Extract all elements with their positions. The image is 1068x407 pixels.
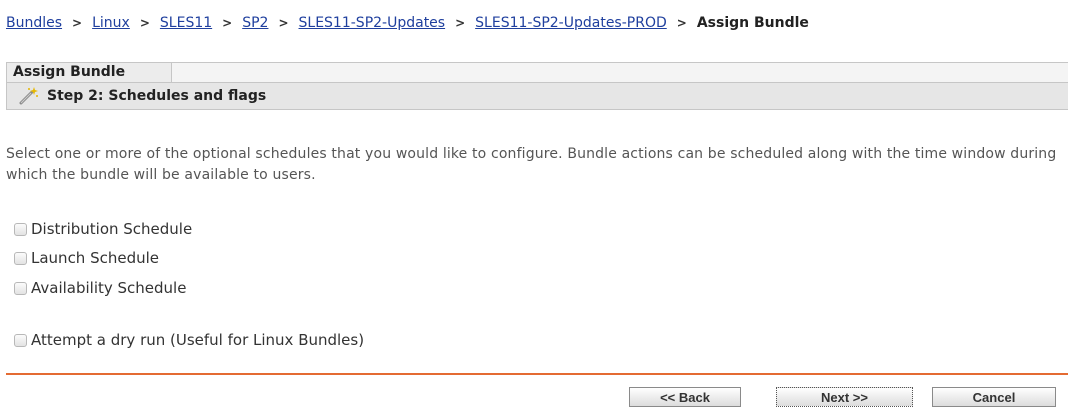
footer-divider xyxy=(6,373,1068,375)
breadcrumb-separator: > xyxy=(139,16,150,30)
dry-run-checkbox[interactable] xyxy=(14,333,27,347)
breadcrumb-link-linux[interactable]: Linux xyxy=(92,15,130,31)
breadcrumb-link-sp2[interactable]: SP2 xyxy=(242,15,268,31)
breadcrumb: Bundles > Linux > SLES11 > SP2 > SLES11-… xyxy=(6,13,809,33)
panel-tab-assign-bundle: Assign Bundle xyxy=(6,62,172,82)
next-button[interactable]: Next >> xyxy=(776,387,913,407)
breadcrumb-current: Assign Bundle xyxy=(696,15,809,31)
breadcrumb-separator: > xyxy=(222,16,233,30)
breadcrumb-link-sles11-sp2-updates[interactable]: SLES11-SP2-Updates xyxy=(299,15,446,31)
distribution-schedule-label: Distribution Schedule xyxy=(31,220,193,238)
launch-schedule-checkbox[interactable] xyxy=(14,251,27,265)
launch-schedule-option[interactable]: Launch Schedule xyxy=(14,248,159,268)
availability-schedule-option[interactable]: Availability Schedule xyxy=(14,278,186,298)
availability-schedule-label: Availability Schedule xyxy=(31,279,187,297)
dry-run-label: Attempt a dry run (Useful for Linux Bund… xyxy=(31,331,365,349)
dry-run-option[interactable]: Attempt a dry run (Useful for Linux Bund… xyxy=(14,330,364,350)
breadcrumb-separator: > xyxy=(278,16,289,30)
wizard-wand-icon xyxy=(19,87,39,105)
distribution-schedule-checkbox[interactable] xyxy=(14,222,27,236)
panel-header-bar xyxy=(172,62,1068,82)
breadcrumb-separator: > xyxy=(676,16,687,30)
back-button[interactable]: << Back xyxy=(629,387,741,407)
step-header: Step 2: Schedules and flags xyxy=(6,82,1068,110)
breadcrumb-link-sles11-sp2-updates-prod[interactable]: SLES11-SP2-Updates-PROD xyxy=(475,15,667,31)
availability-schedule-checkbox[interactable] xyxy=(14,281,27,295)
launch-schedule-label: Launch Schedule xyxy=(31,249,160,267)
instructions-text: Select one or more of the optional sched… xyxy=(6,146,1057,183)
step-title: Step 2: Schedules and flags xyxy=(47,88,267,104)
cancel-button[interactable]: Cancel xyxy=(932,387,1056,407)
breadcrumb-link-sles11[interactable]: SLES11 xyxy=(160,15,212,31)
breadcrumb-link-bundles[interactable]: Bundles xyxy=(6,15,62,31)
breadcrumb-separator: > xyxy=(455,16,466,30)
breadcrumb-separator: > xyxy=(72,16,83,30)
distribution-schedule-option[interactable]: Distribution Schedule xyxy=(14,219,192,239)
